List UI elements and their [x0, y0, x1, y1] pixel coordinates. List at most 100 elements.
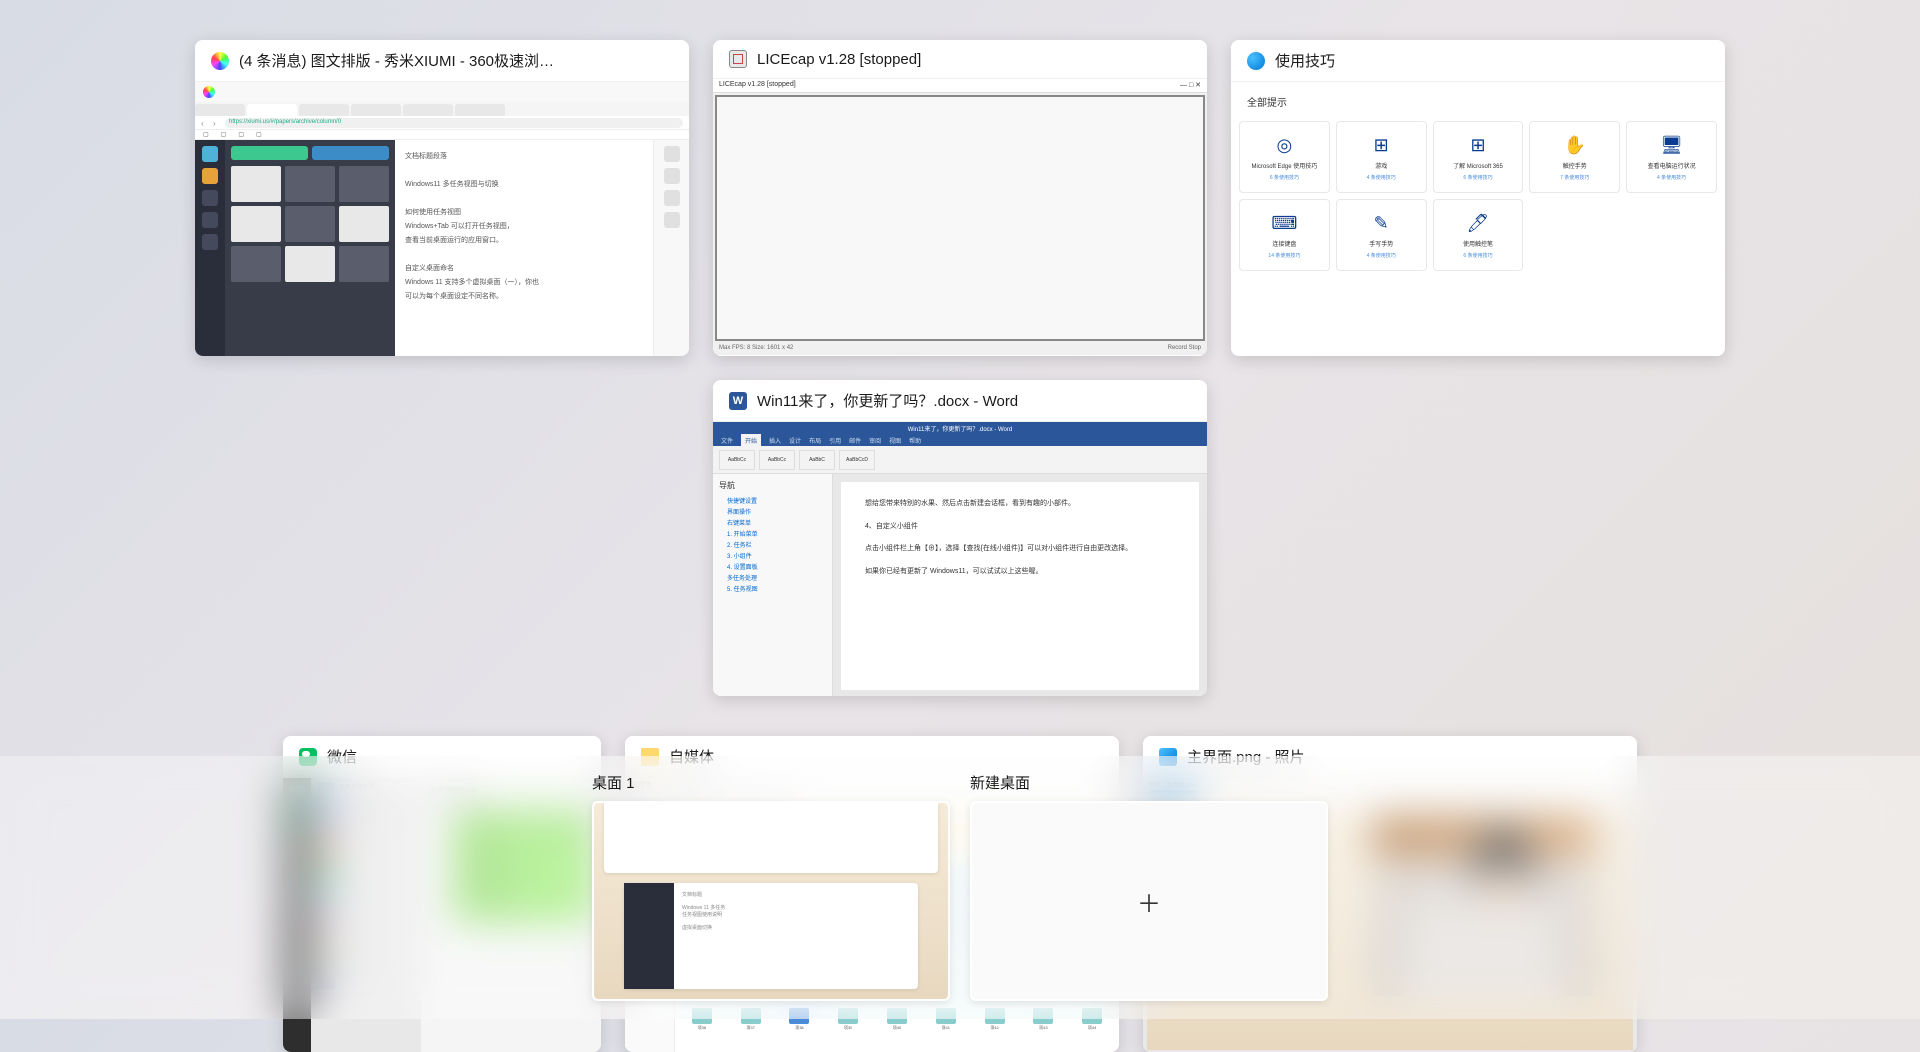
tip-card: ✎手写手势4 条使用技巧	[1336, 199, 1427, 271]
tab-strip	[195, 104, 689, 116]
title-text: Win11来了，你更新了吗？.docx - Word	[757, 390, 1018, 411]
template-thumb	[231, 166, 281, 202]
word-tab: 设计	[789, 436, 801, 445]
browser-360-icon	[211, 52, 229, 70]
tip-card: ⊞了解 Microsoft 3656 条使用技巧	[1433, 121, 1524, 193]
windows-row-1: (4 条消息) 图文排版 - 秀米XIUMI - 360极速浏… ‹ ›	[20, 40, 1900, 696]
back-icon: ‹	[201, 119, 209, 127]
browser-toolbar: ‹ › https://xiumi.us/#/papers/archive/co…	[195, 116, 689, 130]
new-desktop[interactable]: 新建桌面 ＋	[970, 772, 1328, 1003]
licecap-titlebar: LICEcap v1.28 [stopped] — □ ✕	[713, 79, 1207, 93]
window-word[interactable]: W Win11来了，你更新了吗？.docx - Word Win11来了，你更新…	[713, 380, 1207, 696]
outline-item: 3. 小组件	[719, 550, 826, 561]
desktop-1[interactable]: 桌面 1 文档标题Windows 11 多任务任务视图使用说明虚拟桌面切换	[592, 772, 950, 1003]
xiumi-tools	[653, 140, 689, 356]
window-preview: Win11来了，你更新了吗？.docx - Word 文件开始插入设计布局引用邮…	[713, 422, 1207, 696]
title-text: 使用技巧	[1275, 50, 1335, 71]
word-tab: 文件	[721, 436, 733, 445]
xiumi-button	[312, 146, 389, 160]
template-thumb	[285, 246, 335, 282]
tip-card: ⊞游戏4 条使用技巧	[1336, 121, 1427, 193]
outline-item: 5. 任务视图	[719, 583, 826, 594]
tip-label: 使用触控笔	[1463, 239, 1493, 248]
browser-chrome	[195, 82, 689, 102]
url-bar: https://xiumi.us/#/papers/archive/column…	[225, 118, 683, 128]
browser-tab	[195, 104, 245, 116]
tip-link: 6 条使用技巧	[1463, 252, 1492, 259]
browser-tab-active	[247, 104, 297, 116]
tip-label: 连接键盘	[1272, 239, 1296, 248]
window-licecap[interactable]: LICEcap v1.28 [stopped] LICEcap v1.28 [s…	[713, 40, 1207, 356]
xiumi-sidebar	[195, 140, 225, 356]
tips-header: 全部提示	[1239, 90, 1717, 113]
word-tab: 帮助	[909, 436, 921, 445]
window-tips[interactable]: 使用技巧 全部提示 ◎Microsoft Edge 使用技巧6 条使用技巧⊞游戏…	[1231, 40, 1725, 356]
xiumi-button	[231, 146, 308, 160]
tip-label: 了解 Microsoft 365	[1453, 161, 1503, 170]
tip-link: 4 条使用技巧	[1367, 252, 1396, 259]
tool-icon	[664, 168, 680, 184]
tip-icon: ◎	[1272, 133, 1296, 157]
licecap-capture-frame	[715, 95, 1205, 341]
title-text: (4 条消息) 图文排版 - 秀米XIUMI - 360极速浏…	[239, 50, 554, 71]
bookmarks-bar: ▢▢▢▢	[195, 130, 689, 140]
word-tab: 引用	[829, 436, 841, 445]
window-title: W Win11来了，你更新了吗？.docx - Word	[713, 380, 1207, 422]
tips-grid: ◎Microsoft Edge 使用技巧6 条使用技巧⊞游戏4 条使用技巧⊞了解…	[1239, 121, 1717, 271]
word-titlebar: Win11来了，你更新了吗？.docx - Word	[713, 422, 1207, 434]
sidebar-icon	[202, 190, 218, 206]
template-thumb	[231, 206, 281, 242]
licecap-status: Max FPS: 8 Size: 1601 x 42 Record Stop	[713, 343, 1207, 355]
tip-card: ⌨连接键盘14 条使用技巧	[1239, 199, 1330, 271]
sidebar-icon	[202, 212, 218, 228]
word-icon: W	[729, 392, 747, 410]
virtual-desktops-bar: 桌面 1 文档标题Windows 11 多任务任务视图使用说明虚拟桌面切换 新建…	[0, 756, 1920, 1019]
browser-tab	[299, 104, 349, 116]
word-styles: AaBbCcAaBbCcAaBbCAaBbCcD	[713, 446, 1207, 474]
tip-label: 手写手势	[1369, 239, 1393, 248]
desktop-label: 桌面 1	[592, 772, 950, 793]
template-thumb	[285, 206, 335, 242]
window-title: 使用技巧	[1231, 40, 1725, 82]
outline-item: 4. 设置面板	[719, 561, 826, 572]
word-ribbon: 文件开始插入设计布局引用邮件审阅视图帮助 AaBbCcAaBbCcAaBbCAa…	[713, 434, 1207, 474]
desktop-thumbnail[interactable]: 文档标题Windows 11 多任务任务视图使用说明虚拟桌面切换	[592, 801, 950, 1001]
tip-label: 游戏	[1375, 161, 1387, 170]
tip-icon: ⌨	[1272, 211, 1296, 235]
tip-label: 触控手势	[1563, 161, 1587, 170]
window-title: (4 条消息) 图文排版 - 秀米XIUMI - 360极速浏…	[195, 40, 689, 82]
xiumi-panel	[225, 140, 395, 356]
outline-item: 多任务处理	[719, 572, 826, 583]
browser-logo-icon	[203, 86, 215, 98]
tip-link: 7 条使用技巧	[1560, 174, 1589, 181]
tool-icon	[664, 146, 680, 162]
outline-item: 快捷键设置	[719, 495, 826, 506]
xiumi-editor: 文档标题段落Windows11 多任务视图与切换如何使用任务视图Windows+…	[395, 140, 653, 356]
window-title: LICEcap v1.28 [stopped]	[713, 40, 1207, 79]
word-tab: 视图	[889, 436, 901, 445]
tool-icon	[664, 190, 680, 206]
word-nav-pane: 导航 快捷键设置界面操作右键菜单1. 开始菜单2. 任务栏3. 小组件4. 设置…	[713, 474, 833, 696]
xiumi-body: 文档标题段落Windows11 多任务视图与切换如何使用任务视图Windows+…	[195, 140, 689, 356]
tip-card: 🖊 使用触控笔 6 条使用技巧	[1433, 199, 1524, 271]
title-text: LICEcap v1.28 [stopped]	[757, 51, 921, 68]
forward-icon: ›	[213, 119, 221, 127]
window-browser-xiumi[interactable]: (4 条消息) 图文排版 - 秀米XIUMI - 360极速浏… ‹ ›	[195, 40, 689, 356]
new-desktop-button[interactable]: ＋	[970, 801, 1328, 1001]
word-tab: 邮件	[849, 436, 861, 445]
outline-item: 1. 开始菜单	[719, 528, 826, 539]
word-tab: 插入	[769, 436, 781, 445]
tip-link: 6 条使用技巧	[1463, 174, 1492, 181]
word-tab: 开始	[741, 434, 761, 447]
template-thumb	[339, 246, 389, 282]
word-style: AaBbCc	[719, 450, 755, 470]
tip-label: 查看电脑运行状况	[1648, 161, 1696, 170]
tip-icon: 🖊	[1466, 211, 1490, 235]
tip-icon: ✋	[1563, 133, 1587, 157]
template-thumb	[339, 206, 389, 242]
outline-item: 界面操作	[719, 506, 826, 517]
tip-link: 6 条使用技巧	[1270, 174, 1299, 181]
template-thumb	[231, 246, 281, 282]
browser-tab	[403, 104, 453, 116]
browser-tab	[351, 104, 401, 116]
